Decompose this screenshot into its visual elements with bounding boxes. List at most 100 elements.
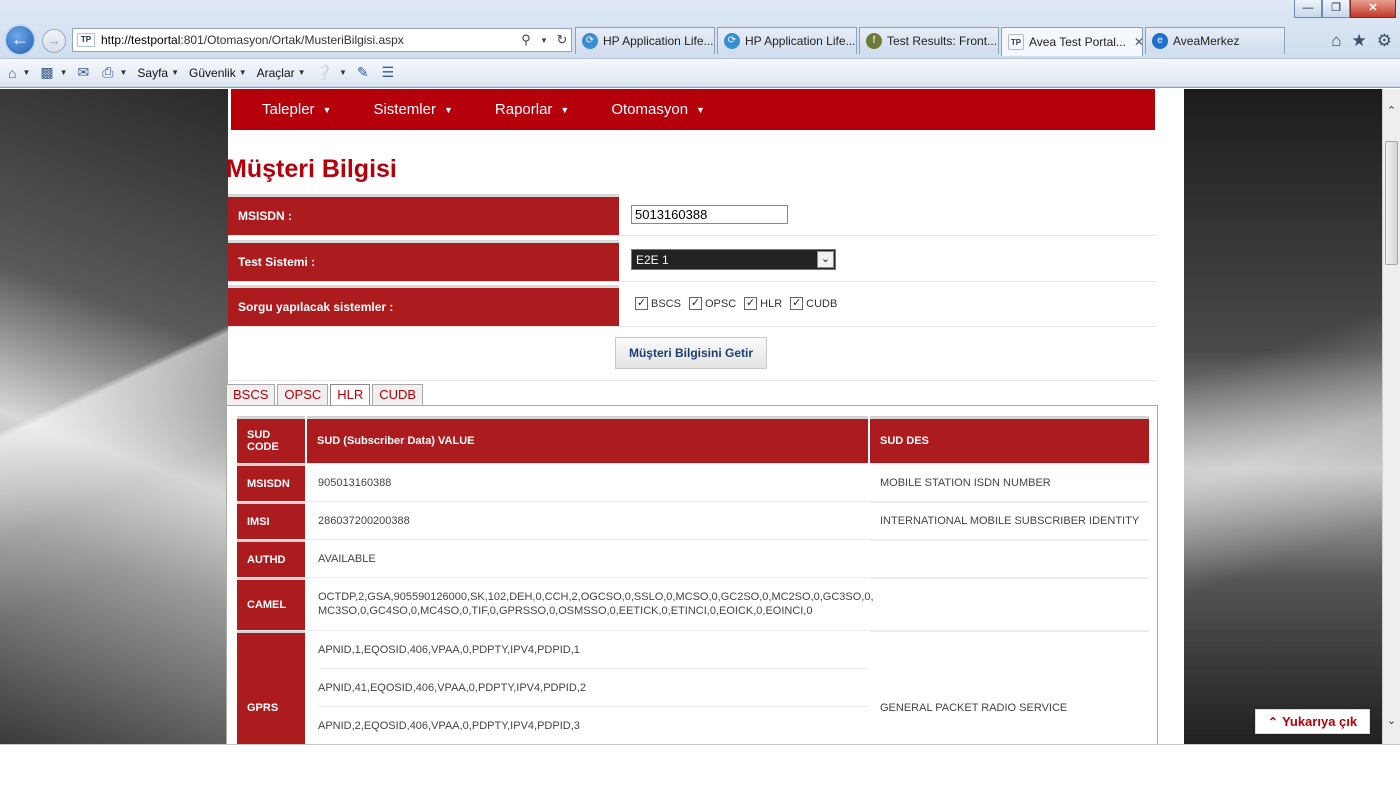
research-button[interactable]: ☰ (382, 64, 398, 81)
table-row: AUTHD AVAILABLE (237, 539, 1149, 577)
chevron-down-icon[interactable]: ⌄ (817, 251, 834, 268)
checkbox-label: HLR (760, 297, 783, 310)
search-icon[interactable]: ⚲ (517, 32, 535, 48)
caret-down-icon: ▼ (322, 104, 332, 115)
query-systems-label: Sorgu yapılacak sistemler : (228, 285, 619, 326)
minimize-icon[interactable]: — (1294, 0, 1322, 18)
window-controls: — ❐ ✕ (1294, 0, 1396, 20)
security-menu[interactable]: Güvenlik ▼ (189, 66, 247, 80)
tab-label: HP Application Life... (745, 34, 856, 48)
tab-bscs[interactable]: BSCS (226, 384, 276, 405)
scroll-down-icon[interactable]: ⌄ (1383, 713, 1400, 730)
msisdn-input[interactable] (631, 205, 788, 224)
divider (228, 380, 1156, 381)
checkbox-cudb[interactable]: ✓ CUDB (790, 297, 837, 310)
page-menu-label: Sayfa (137, 65, 169, 80)
address-bar[interactable]: TP http://testportal:801/Otomasyon/Ortak… (72, 28, 572, 52)
help-menu[interactable]: ❔ ▼ (316, 64, 347, 81)
header-sud-des: SUD DES (870, 416, 1149, 463)
browser-tab[interactable]: ⟳ HP Application Life... (717, 27, 857, 54)
row-des: GENERAL PACKET RADIO SERVICE (870, 631, 1149, 744)
sud-table: SUD CODE SUD (Subscriber Data) VALUE SUD… (237, 416, 1149, 744)
tab-hlr[interactable]: HLR (330, 384, 371, 406)
row-value: AVAILABLE (307, 540, 868, 577)
restore-icon[interactable]: ❐ (1322, 0, 1350, 18)
browser-tab[interactable]: e AveaMerkez (1145, 27, 1285, 54)
form-row-msisdn: MSISDN : (228, 194, 1156, 236)
row-value: APNID,1,EQOSID,406,VPAA,0,PDPTY,IPV4,PDP… (307, 631, 868, 744)
nav-talepler[interactable]: Talepler ▼ (262, 101, 331, 118)
refresh-icon[interactable]: ↻ (553, 32, 571, 48)
tab-label: HP Application Life... (603, 34, 714, 48)
browser-tab-active[interactable]: TP Avea Test Portal... ✕ (1001, 27, 1143, 56)
checkbox-opsc[interactable]: ✓ OPSC (688, 297, 736, 310)
favorites-star-icon[interactable]: ★ (1352, 31, 1367, 51)
scroll-up-icon[interactable]: ⌃ (1383, 103, 1400, 120)
nav-sistemler[interactable]: Sistemler ▼ (373, 101, 452, 118)
chevron-down-icon: ▼ (119, 68, 128, 77)
close-window-icon[interactable]: ✕ (1350, 0, 1396, 18)
checkmark-icon[interactable]: ✓ (635, 297, 648, 310)
scrollbar-thumb[interactable] (1385, 141, 1398, 265)
value-line: APNID,41,EQOSID,406,VPAA,0,PDPTY,IPV4,PD… (318, 669, 868, 707)
browser-right-tools: ⌂ ★ ⚙ (1331, 31, 1392, 51)
page-menu[interactable]: Sayfa ▼ (137, 66, 179, 80)
nav-raporlar[interactable]: Raporlar ▼ (495, 101, 569, 118)
value-line: APNID,1,EQOSID,406,VPAA,0,PDPTY,IPV4,PDP… (318, 631, 868, 669)
row-des (870, 540, 1149, 577)
tab-opsc[interactable]: OPSC (277, 384, 329, 405)
scroll-to-top-button[interactable]: ⌃ Yukarıya çık (1255, 709, 1370, 734)
nav-otomasyon[interactable]: Otomasyon ▼ (611, 101, 705, 118)
home-menu[interactable]: ⌂ ▼ (8, 65, 30, 81)
table-row: GPRS APNID,1,EQOSID,406,VPAA,0,PDPTY,IPV… (237, 630, 1149, 744)
addon-icon: ✎ (356, 64, 369, 80)
value-line: 905013160388 (318, 476, 392, 489)
value-line: MC3SO,0,GC4SO,0,MC4SO,0,TIF,0,GPRSSO,0,O… (318, 605, 813, 617)
addon-button[interactable]: ✎ (357, 64, 372, 81)
row-code: IMSI (237, 502, 305, 539)
checkmark-icon[interactable]: ✓ (688, 297, 702, 310)
page-title: Müşteri Bilgisi (226, 155, 397, 183)
checkbox-hlr[interactable]: ✓ HLR (744, 297, 782, 310)
table-header: SUD CODE SUD (Subscriber Data) VALUE SUD… (237, 416, 1149, 463)
tools-menu[interactable]: Araçlar ▼ (257, 66, 306, 80)
tab-cudb[interactable]: CUDB (372, 384, 424, 405)
back-button[interactable]: ← (4, 24, 36, 56)
checkbox-label: CUDB (806, 297, 838, 310)
forward-button[interactable]: → (42, 29, 66, 53)
nav-label: Otomasyon (611, 101, 689, 118)
vertical-scrollbar[interactable]: ⌃ ⌄ (1382, 89, 1400, 744)
value-line: 286037200200388 (318, 514, 410, 527)
chevron-down-icon: ▼ (339, 68, 347, 77)
chevron-down-icon: ▼ (22, 68, 31, 77)
settings-gear-icon[interactable]: ⚙ (1377, 31, 1392, 51)
fetch-customer-info-button[interactable]: Müşteri Bilgisini Getir (615, 337, 767, 369)
close-tab-icon[interactable]: ✕ (1134, 35, 1142, 49)
address-url[interactable]: http://testportal:801/Otomasyon/Ortak/Mu… (101, 33, 517, 47)
nav-label: Talepler (262, 101, 315, 118)
test-system-select[interactable]: E2E 1 ⌄ (631, 249, 836, 270)
caret-down-icon: ▼ (696, 104, 705, 115)
value-line: APNID,2,EQOSID,406,VPAA,0,PDPTY,IPV4,PDP… (318, 707, 868, 744)
form-row-test-system: Test Sistemi : E2E 1 ⌄ (228, 240, 1156, 282)
print-menu[interactable]: ⎙ ▼ (102, 64, 127, 81)
status-bar (0, 744, 1400, 785)
checkmark-icon[interactable]: ✓ (744, 297, 758, 310)
nav-label: Raporlar (494, 101, 553, 118)
row-code: CAMEL (237, 578, 305, 630)
background-decoration-left (0, 89, 228, 744)
chevron-down-icon[interactable]: ▼ (535, 36, 553, 45)
checkmark-icon[interactable]: ✓ (790, 297, 804, 310)
browser-tab[interactable]: f Test Results: Front... (859, 27, 999, 54)
home-icon[interactable]: ⌂ (1331, 31, 1341, 51)
mail-button[interactable]: ✉ (78, 64, 93, 81)
page-viewport: Talepler ▼ Sistemler ▼ Raporlar ▼ Otomasyon… (0, 89, 1382, 744)
test-system-label: Test Sistemi : (228, 240, 619, 281)
row-value: 905013160388 (307, 464, 868, 501)
ie-icon: e (1152, 33, 1168, 49)
table-row: CAMEL OCTDP,2,GSA,905590126000,SK,102,DE… (237, 577, 1149, 630)
checkbox-bscs[interactable]: ✓ BSCS (635, 297, 681, 310)
browser-tab[interactable]: ⟳ HP Application Life... (575, 27, 715, 54)
browser-chrome: — ❐ ✕ ← → TP http://testportal:801/Otoma… (0, 0, 1400, 88)
feeds-menu[interactable]: ▩ ▼ (40, 64, 67, 81)
